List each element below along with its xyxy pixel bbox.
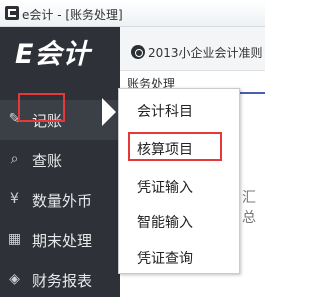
sidebar-item-currency[interactable]: ¥ 数量外币 — [0, 180, 120, 220]
window-title: e会计 - [账务处理] — [22, 8, 123, 22]
menu-item-label: 会计科目 — [137, 104, 193, 120]
menu-item-smart-input[interactable]: 智能输入 — [119, 206, 239, 236]
app-logo-icon — [5, 6, 19, 20]
currency-icon: ¥ — [10, 191, 19, 207]
title-bar: e会计 - [账务处理] — [0, 0, 265, 27]
menu-item-label: 凭证查询 — [137, 251, 193, 267]
search-document-icon: ⌕ — [10, 151, 19, 167]
toolbar: 2013小企业会计准则 — [120, 27, 265, 71]
sidebar-item-label: 期末处理 — [32, 232, 93, 250]
menu-item-account-subjects[interactable]: 会计科目 — [119, 95, 239, 125]
jizhang-submenu: 会计科目 核算项目 凭证输入 智能输入 凭证查询 — [118, 88, 240, 274]
sidebar-item-reports[interactable]: ◈ 财务报表 — [0, 260, 120, 297]
sidebar-item-chazhang[interactable]: ⌕ 查账 — [0, 140, 120, 180]
sidebar-item-label: 财务报表 — [32, 272, 93, 290]
menu-item-voucher-input[interactable]: 凭证输入 — [119, 171, 239, 201]
sidebar: E会计 ✎ 记账 ⌕ 查账 ¥ 数量外币 ▦ 期末处理 ◈ 财务报表 — [0, 27, 120, 297]
background-summary-text: 汇总 — [242, 190, 256, 226]
sidebar-item-period-end[interactable]: ▦ 期末处理 — [0, 220, 120, 260]
calendar-icon: ▦ — [7, 231, 22, 247]
report-icon: ◈ — [9, 271, 20, 287]
menu-item-label: 智能输入 — [137, 215, 193, 231]
menu-pointer-arrow — [102, 98, 116, 126]
menu-item-highlight — [128, 132, 222, 161]
menu-item-voucher-query[interactable]: 凭证查询 — [119, 242, 239, 272]
account-book-icon — [131, 45, 145, 59]
accounting-standard-label: 2013小企业会计准则 — [148, 46, 263, 60]
app-logo: E会计 — [15, 39, 91, 70]
sidebar-item-label: 数量外币 — [32, 192, 93, 210]
menu-item-label: 凭证输入 — [137, 180, 193, 196]
active-item-highlight — [18, 93, 65, 122]
sidebar-item-label: 查账 — [32, 152, 63, 170]
